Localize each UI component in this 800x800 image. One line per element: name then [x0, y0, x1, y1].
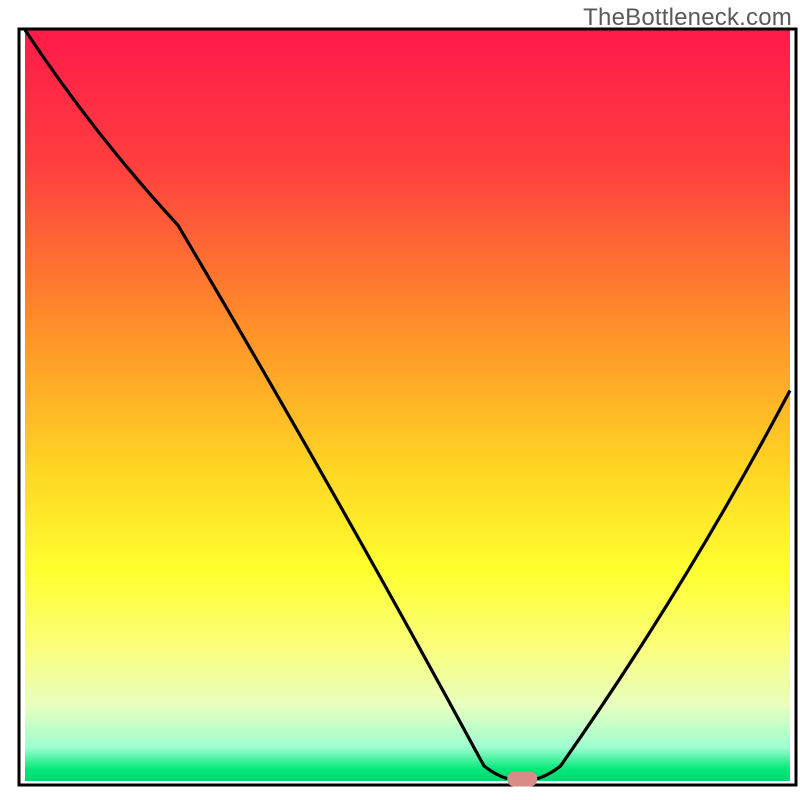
plot-background: [25, 30, 790, 781]
bottleneck-chart: [0, 0, 800, 800]
watermark-text: TheBottleneck.com: [583, 4, 792, 32]
optimal-point-marker: [507, 772, 537, 787]
chart-container: TheBottleneck.com: [0, 0, 800, 800]
